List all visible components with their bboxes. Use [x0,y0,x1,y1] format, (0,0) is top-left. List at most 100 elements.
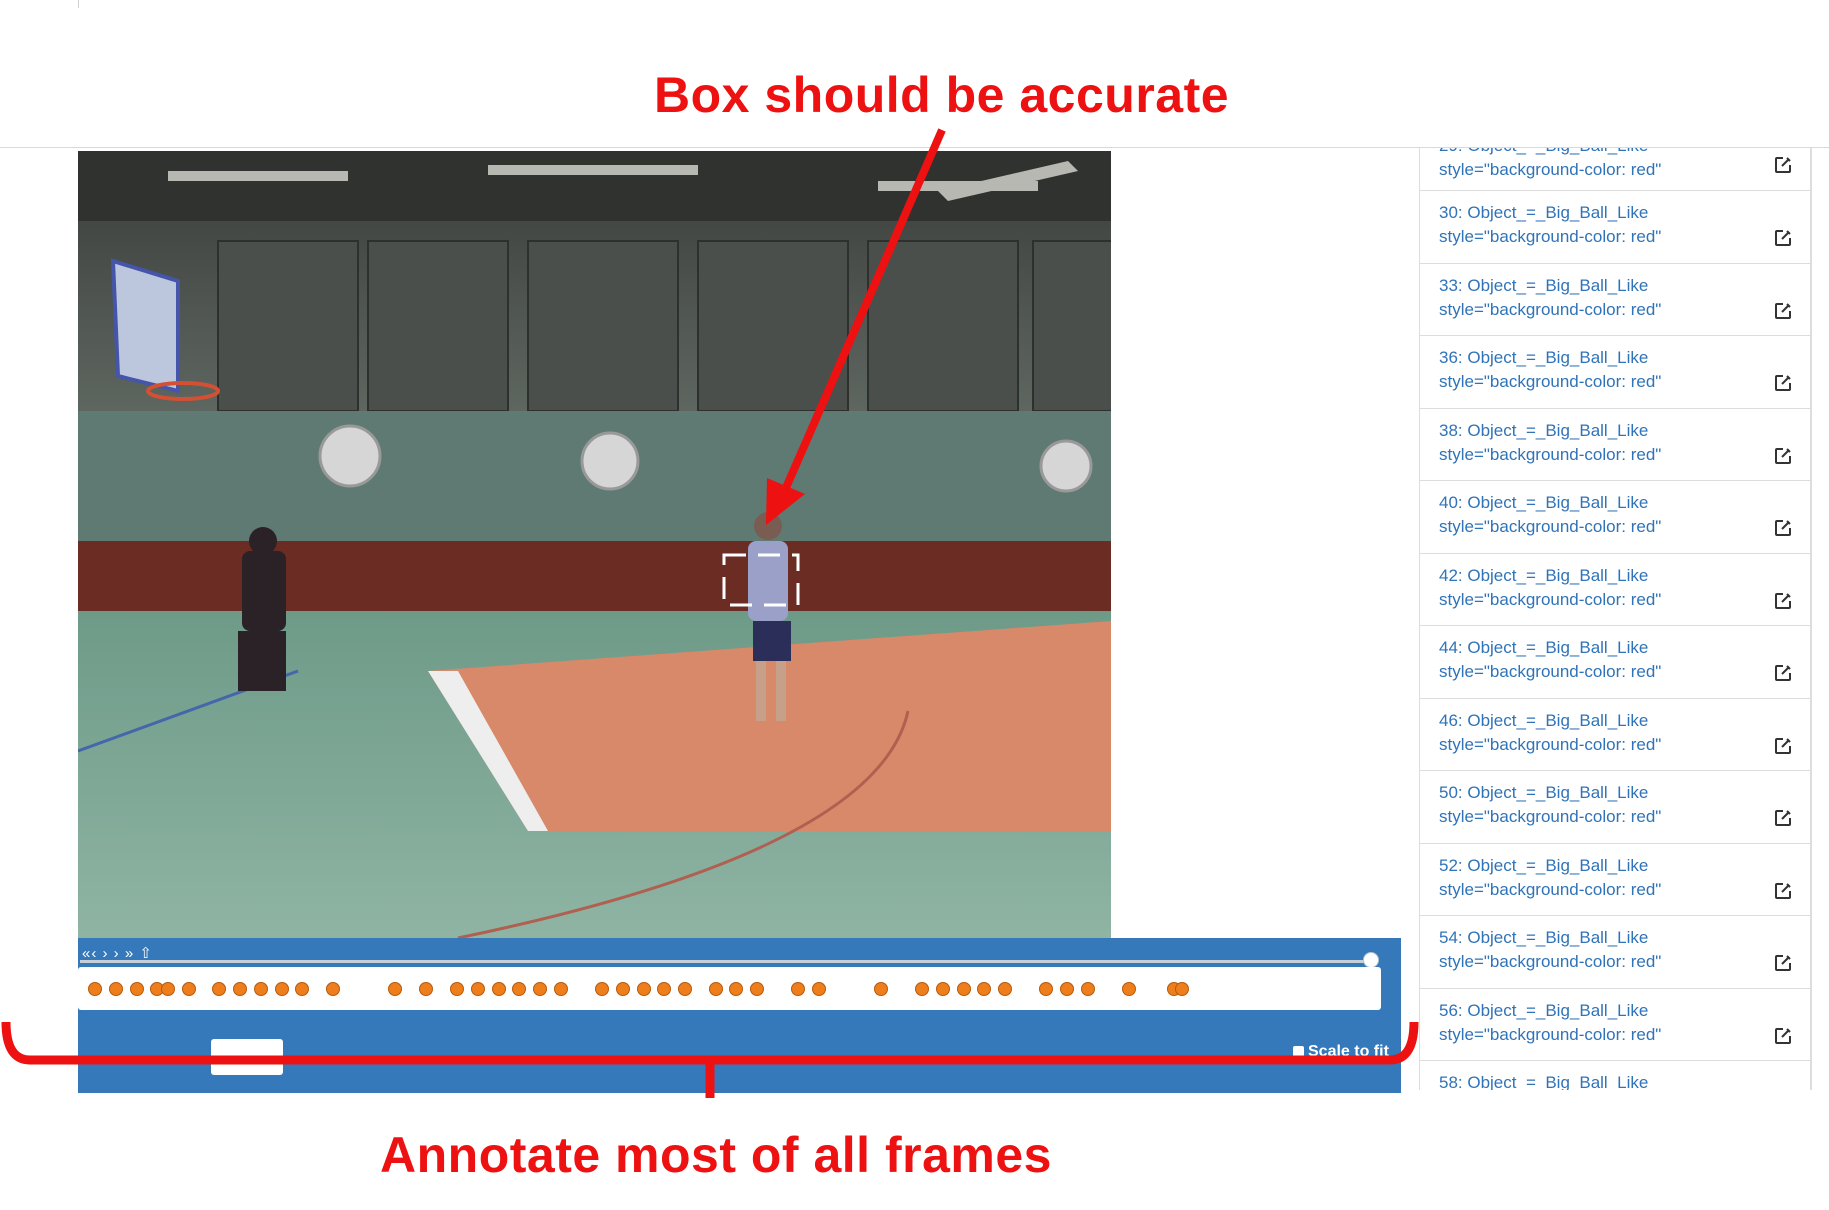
frame-slider-track[interactable] [80,960,1375,963]
keyframe-dot[interactable] [419,982,433,996]
edit-icon[interactable] [1774,302,1792,320]
keyframe-dot[interactable] [595,982,609,996]
edit-icon[interactable] [1774,737,1792,755]
list-item-text[interactable]: 29: Object_=_Big_Ball_Like style="backgro… [1439,148,1661,182]
keyframe-dot[interactable] [212,982,226,996]
keyframe-dot[interactable] [275,982,289,996]
keyframe-dot[interactable] [326,982,340,996]
edit-icon[interactable] [1774,664,1792,682]
keyframe-dot[interactable] [874,982,888,996]
list-item[interactable]: 52: Object_=_Big_Ball_Like style="backgro… [1419,843,1811,916]
list-item[interactable]: 56: Object_=_Big_Ball_Like style="backgro… [1419,988,1811,1061]
edit-icon[interactable] [1774,374,1792,392]
annotation-annotate-frames: Annotate most of all frames [380,1127,1052,1183]
keyframe-timeline[interactable] [78,967,1381,1010]
keyframe-dot[interactable] [709,982,723,996]
edit-icon[interactable] [1774,592,1792,610]
keyframe-dot[interactable] [161,982,175,996]
list-item-label: 54: Object_=_Big_Ball_Like [1439,928,1649,947]
keyframe-dot[interactable] [998,982,1012,996]
video-frame[interactable] [78,151,1111,938]
list-item-label: 40: Object_=_Big_Ball_Like [1439,493,1649,512]
keyframe-dot[interactable] [512,982,526,996]
frame-number-input[interactable] [211,1039,283,1075]
frame-nav-buttons[interactable]: «‹ › › » ⇧ [82,944,153,962]
keyframe-dot[interactable] [130,982,144,996]
list-item-text[interactable]: 46: Object_=_Big_Ball_Like style="backgro… [1439,709,1661,757]
list-item[interactable]: 38: Object_=_Big_Ball_Like style="backgro… [1419,408,1811,481]
keyframe-dot[interactable] [533,982,547,996]
keyframe-dot[interactable] [812,982,826,996]
keyframe-dot[interactable] [616,982,630,996]
list-item-style: style="background-color: red" [1439,160,1662,179]
list-item[interactable]: 54: Object_=_Big_Ball_Like style="backgro… [1419,916,1811,989]
keyframe-dot[interactable] [295,982,309,996]
keyframe-dot[interactable] [936,982,950,996]
keyframe-dot[interactable] [678,982,692,996]
frame-slider-handle[interactable] [1363,952,1379,968]
scale-to-fit-checkbox[interactable] [1293,1046,1304,1057]
keyframe-dot[interactable] [388,982,402,996]
keyframe-dot[interactable] [1060,982,1074,996]
list-item[interactable]: 58: Object_=_Big_Ball_Likestyle="backgro… [1419,1061,1811,1090]
list-item[interactable]: 36: Object_=_Big_Ball_Like style="backgro… [1419,336,1811,409]
keyframe-dot[interactable] [492,982,506,996]
list-item-text[interactable]: 40: Object_=_Big_Ball_Like style="backgro… [1439,491,1661,539]
edit-icon[interactable] [1774,156,1792,174]
list-item-text[interactable]: 38: Object_=_Big_Ball_Like style="backgro… [1439,419,1661,467]
list-item[interactable]: 33: Object_=_Big_Ball_Like style="backgro… [1419,263,1811,336]
keyframe-dot[interactable] [554,982,568,996]
keyframe-dot[interactable] [1081,982,1095,996]
keyframe-dot[interactable] [957,982,971,996]
list-item-label: 56: Object_=_Big_Ball_Like [1439,1000,1649,1020]
edit-icon[interactable] [1774,954,1792,972]
keyframe-dot[interactable] [977,982,991,996]
list-item-style: style="background-color: red" [1439,589,1662,609]
list-item-text[interactable]: 56: Object_=_Big_Ball_Like style="backgro… [1439,999,1661,1047]
keyframe-dot[interactable] [182,982,196,996]
list-item-text[interactable]: 30: Object_=_Big_Ball_Like style="backgro… [1439,201,1661,249]
keyframe-dot[interactable] [729,982,743,996]
list-item[interactable]: 50: Object_=_Big_Ball_Like style="backgro… [1419,771,1811,844]
list-item-text[interactable]: 42: Object_=_Big_Ball_Like style="backgro… [1439,564,1661,612]
list-item[interactable]: 40: Object_=_Big_Ball_Like style="backgro… [1419,481,1811,554]
list-item-text[interactable]: 33: Object_=_Big_Ball_Like style="backgro… [1439,274,1661,322]
page-edge-mark [78,0,79,8]
edit-icon[interactable] [1774,882,1792,900]
list-item[interactable]: 44: Object_=_Big_Ball_Like style="backgro… [1419,626,1811,699]
keyframe-dot[interactable] [791,982,805,996]
keyframe-dot[interactable] [657,982,671,996]
list-item-text[interactable]: 36: Object_=_Big_Ball_Like style="backgro… [1439,346,1661,394]
list-item-label: 38: Object_=_Big_Ball_Like [1439,420,1649,440]
list-item-label: 58: Object_=_Big_Ball_Like [1439,1073,1649,1090]
list-item-text[interactable]: 50: Object_=_Big_Ball_Like style="backgro… [1439,781,1661,829]
list-item-label: 44: Object_=_Big_Ball_Like [1439,638,1649,657]
edit-icon[interactable] [1774,229,1792,247]
edit-icon[interactable] [1774,809,1792,827]
list-item-text[interactable]: 54: Object_=_Big_Ball_Like style="backgro… [1439,926,1661,974]
list-item[interactable]: 46: Object_=_Big_Ball_Like style="backgro… [1419,698,1811,771]
keyframe-dot[interactable] [637,982,651,996]
list-item-text[interactable]: 52: Object_=_Big_Ball_Like style="backgro… [1439,854,1661,902]
list-item-text[interactable]: 44: Object_=_Big_Ball_Like style="backgro… [1439,636,1661,684]
edit-icon[interactable] [1774,447,1792,465]
keyframe-dot[interactable] [750,982,764,996]
list-item[interactable]: 30: Object_=_Big_Ball_Like style="backgro… [1419,191,1811,264]
list-item[interactable]: 42: Object_=_Big_Ball_Like style="backgro… [1419,553,1811,626]
keyframe-dot[interactable] [1122,982,1136,996]
list-item-style: style="background-color: red" [1439,444,1662,464]
keyframe-dot[interactable] [88,982,102,996]
keyframe-dot[interactable] [1175,982,1189,996]
scale-to-fit-toggle[interactable]: Scale to fit [1293,1043,1389,1061]
keyframe-dot[interactable] [450,982,464,996]
keyframe-dot[interactable] [109,982,123,996]
keyframe-dot[interactable] [1039,982,1053,996]
list-item-text[interactable]: 58: Object_=_Big_Ball_Likestyle="backgro… [1439,1071,1661,1090]
list-item[interactable]: 29: Object_=_Big_Ball_Like style="backgro… [1419,148,1811,191]
edit-icon[interactable] [1774,519,1792,537]
keyframe-dot[interactable] [915,982,929,996]
keyframe-dot[interactable] [233,982,247,996]
keyframe-dot[interactable] [471,982,485,996]
edit-icon[interactable] [1774,1027,1792,1045]
keyframe-dot[interactable] [254,982,268,996]
